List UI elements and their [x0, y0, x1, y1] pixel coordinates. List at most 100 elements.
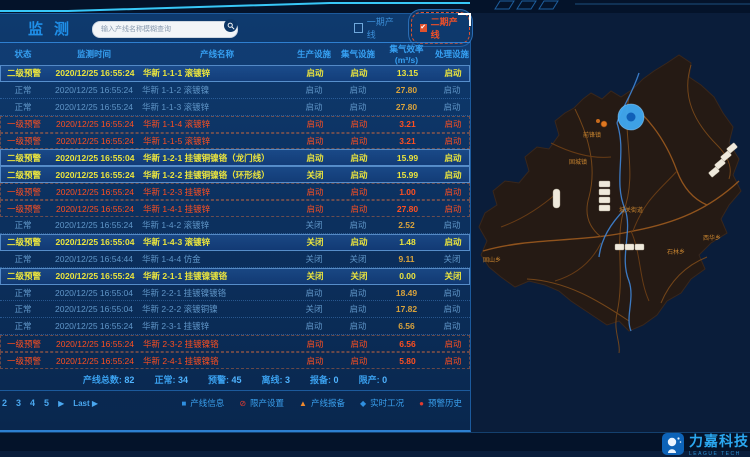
line-name-cell: 华新 1-2-2 挂镀铜镍铬（环形线）: [143, 169, 293, 181]
time-cell: 2020/12/25 16:55:24: [47, 204, 143, 214]
table-row[interactable]: 正常 2020/12/25 16:55:04 华新 2-2-1 挂镀镍镀铬 启动…: [0, 285, 470, 302]
map-cluster-marker[interactable]: [618, 104, 644, 130]
page-button[interactable]: 5: [44, 398, 49, 408]
footer-button-label: 限产设置: [250, 397, 284, 409]
table-row[interactable]: 二级预警 2020/12/25 16:55:24 华新 2-1-1 挂镀镍镀铬 …: [0, 268, 470, 285]
search-input[interactable]: [92, 21, 238, 38]
gas-facility-cell: 启动: [336, 303, 380, 315]
table-row[interactable]: 二级预警 2020/12/25 16:55:24 华新 1-2-2 挂镀铜镍铬（…: [0, 166, 470, 183]
efficiency-cell: 6.56: [380, 321, 433, 331]
treatment-facility-cell: 启动: [434, 355, 472, 367]
phase2-label: 二期产线: [431, 15, 461, 41]
table-row[interactable]: 一级预警 2020/12/25 16:55:24 华新 1-4-1 挂镀锌 启动…: [0, 200, 470, 217]
time-cell: 2020/12/25 16:55:24: [47, 119, 143, 129]
page-button[interactable]: 3: [16, 398, 21, 408]
time-cell: 2020/12/25 16:55:24: [46, 220, 142, 230]
table-row[interactable]: 正常 2020/12/25 16:54:44 华新 1-4-4 仿金 关闭 关闭…: [0, 251, 470, 268]
efficiency-cell: 27.80: [380, 102, 433, 112]
footer-button-icon: ▲: [299, 399, 307, 408]
footer-button[interactable]: ⊘ 限产设置: [239, 397, 284, 409]
table-row[interactable]: 一级预警 2020/12/25 16:55:24 华新 1-2-3 挂镀锌 启动…: [0, 183, 470, 200]
gas-facility-cell: 启动: [336, 287, 380, 299]
column-header: 集气效率(m³/s): [380, 43, 433, 65]
gas-facility-cell: 启动: [336, 84, 380, 96]
table-row[interactable]: 一级预警 2020/12/25 16:55:24 华新 2-3-2 挂镀镍铬 启…: [0, 335, 470, 352]
time-cell: 2020/12/25 16:54:44: [46, 254, 142, 264]
production-facility-cell: 关闭: [292, 253, 336, 265]
line-name-cell: 华新 1-1-5 滚镀锌: [143, 135, 293, 147]
line-name-cell: 华新 1-4-4 仿金: [142, 253, 292, 265]
column-header: 生产设施: [292, 48, 336, 60]
efficiency-cell: 0.00: [381, 271, 434, 281]
time-cell: 2020/12/25 16:55:24: [47, 170, 143, 180]
treatment-facility-cell: 启动: [434, 135, 472, 147]
page-button[interactable]: 4: [30, 398, 35, 408]
time-cell: 2020/12/25 16:55:24: [47, 136, 143, 146]
status-cell: 一级预警: [1, 355, 47, 367]
summary-label: 正常: [154, 375, 178, 385]
gas-facility-cell: 启动: [337, 236, 381, 248]
footer-button[interactable]: ▲ 产线报备: [299, 397, 345, 409]
efficiency-cell: 9.11: [380, 254, 433, 264]
table-row[interactable]: 二级预警 2020/12/25 16:55:24 华新 1-1-1 滚镀锌 启动…: [0, 65, 470, 82]
treatment-facility-cell: 启动: [434, 338, 472, 350]
map-label: 固城镇: [569, 158, 587, 166]
treatment-facility-cell: 关闭: [433, 253, 471, 265]
footer-button[interactable]: ◆ 实时工况: [360, 397, 404, 409]
production-facility-cell: 启动: [292, 320, 336, 332]
treatment-facility-cell: 启动: [433, 84, 471, 96]
next-page-button[interactable]: ▶: [58, 399, 64, 408]
efficiency-cell: 27.80: [380, 85, 433, 95]
phase1-checkbox[interactable]: 一期产线: [354, 15, 397, 41]
production-facility-cell: 关闭: [293, 270, 337, 282]
treatment-facility-cell: 启动: [434, 169, 472, 181]
efficiency-cell: 5.80: [381, 356, 434, 366]
production-facility-cell: 启动: [292, 101, 336, 113]
efficiency-cell: 3.21: [381, 119, 434, 129]
table-row[interactable]: 正常 2020/12/25 16:55:24 华新 1-1-3 滚镀锌 启动 启…: [0, 99, 470, 116]
treatment-facility-cell: 启动: [434, 203, 472, 215]
table-row[interactable]: 一级预警 2020/12/25 16:55:24 华新 1-1-4 滚镀锌 启动…: [0, 116, 470, 133]
checkbox-checked-icon: ✔: [420, 24, 427, 32]
gas-facility-cell: 启动: [337, 169, 381, 181]
footer-button[interactable]: ■ 产线信息: [181, 397, 224, 409]
table-row[interactable]: 正常 2020/12/25 16:55:24 华新 1-4-2 滚镀锌 关闭 启…: [0, 217, 470, 234]
search-icon[interactable]: [224, 19, 237, 32]
search-box: [92, 18, 238, 38]
table-row[interactable]: 正常 2020/12/25 16:55:24 华新 1-1-2 滚镀镍 启动 启…: [0, 82, 470, 99]
table-row[interactable]: 一级预警 2020/12/25 16:55:24 华新 1-1-5 滚镀锌 启动…: [0, 133, 470, 150]
treatment-facility-cell: 启动: [433, 320, 471, 332]
status-cell: 二级预警: [1, 152, 47, 164]
production-facility-cell: 关闭: [292, 303, 336, 315]
production-facility-cell: 启动: [293, 67, 337, 79]
monitoring-panel: 监测 一期产线 ✔ 二期产线 状态监测时间产线名称生产设施集气设施集气效率(m³…: [0, 13, 471, 432]
time-cell: 2020/12/25 16:55:04: [47, 153, 143, 163]
table-row[interactable]: 正常 2020/12/25 16:55:04 华新 2-2-2 滚镀铜镍 关闭 …: [0, 301, 470, 318]
status-cell: 一级预警: [1, 118, 47, 130]
last-page-button[interactable]: Last ▶: [73, 399, 98, 408]
page-button[interactable]: 2: [2, 398, 7, 408]
gas-facility-cell: 启动: [336, 320, 380, 332]
line-name-cell: 华新 2-1-1 挂镀镍镀铬: [143, 270, 293, 282]
efficiency-cell: 27.80: [381, 204, 434, 214]
footer-button[interactable]: ● 预警历史: [419, 397, 462, 409]
time-cell: 2020/12/25 16:55:04: [46, 288, 142, 298]
gas-facility-cell: 启动: [337, 135, 381, 147]
summary-item: 离线3: [262, 373, 291, 386]
efficiency-cell: 13.15: [381, 68, 434, 78]
production-facility-cell: 启动: [292, 287, 336, 299]
time-cell: 2020/12/25 16:55:24: [46, 102, 142, 112]
gas-facility-cell: 启动: [336, 101, 380, 113]
time-cell: 2020/12/25 16:55:04: [47, 237, 143, 247]
status-cell: 二级预警: [1, 169, 47, 181]
efficiency-cell: 15.99: [381, 153, 434, 163]
table-row[interactable]: 一级预警 2020/12/25 16:55:24 华新 2-4-1 挂镀镍铬 启…: [0, 352, 470, 369]
status-cell: 一级预警: [1, 135, 47, 147]
line-name-cell: 华新 1-4-2 滚镀锌: [142, 219, 292, 231]
table-row[interactable]: 正常 2020/12/25 16:55:24 华新 2-3-1 挂镀锌 启动 启…: [0, 318, 470, 335]
table-row[interactable]: 二级预警 2020/12/25 16:55:04 华新 1-4-3 滚镀锌 关闭…: [0, 234, 470, 251]
table-row[interactable]: 二级预警 2020/12/25 16:55:04 华新 1-2-1 挂镀铜镍铬（…: [0, 149, 470, 166]
efficiency-cell: 6.56: [381, 339, 434, 349]
city-map[interactable]: 前锋镇 固城镇 城关街道 西华乡 石林乡 固山乡: [471, 13, 750, 432]
table-header: 状态监测时间产线名称生产设施集气设施集气效率(m³/s)处理设施: [0, 42, 470, 65]
